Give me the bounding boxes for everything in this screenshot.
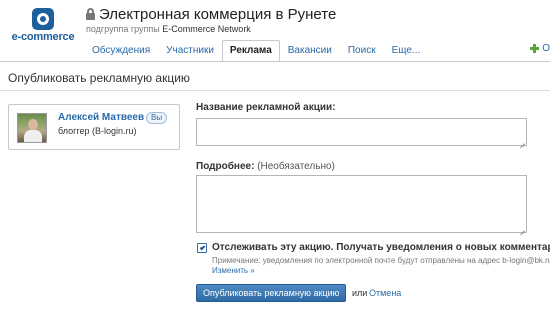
tab-more[interactable]: Еще...: [384, 41, 429, 61]
follow-label[interactable]: Отслеживать эту акцию. Получать уведомле…: [212, 242, 550, 253]
parent-network-link[interactable]: E-Commerce Network: [162, 24, 251, 34]
group-title: Электронная коммерция в Рунете: [86, 6, 336, 23]
resize-grip-icon[interactable]: [519, 225, 525, 231]
details-label: Подробнее: (Необязательно): [196, 161, 335, 172]
avatar[interactable]: [17, 113, 47, 143]
email-note: Примечание: уведомления по электронной п…: [212, 256, 550, 265]
promotion-name-label: Название рекламной акции:: [196, 102, 336, 113]
tab-jobs[interactable]: Вакансии: [280, 41, 340, 61]
checkmark-icon: [199, 244, 205, 250]
tab-discussions[interactable]: Обсуждения: [84, 41, 158, 61]
cancel-link[interactable]: Отмена: [369, 288, 401, 298]
page-title: Опубликовать рекламную акцию: [8, 71, 190, 85]
extra-action-label: O: [542, 43, 550, 54]
resize-grip-icon[interactable]: [519, 138, 525, 144]
user-card: Алексей Матвеев Вы блоггер (B-login.ru): [8, 104, 180, 150]
group-title-text: Электронная коммерция в Рунете: [99, 6, 337, 23]
tab-promotions[interactable]: Реклама: [221, 40, 280, 62]
header-divider: [0, 61, 550, 62]
details-textarea[interactable]: [196, 175, 527, 233]
group-tabs: Обсуждения Участники Реклама Вакансии По…: [84, 39, 429, 62]
subgroup-line: подгруппа группы E-Commerce Network: [86, 24, 251, 34]
subgroup-prefix: подгруппа группы: [86, 24, 160, 34]
user-name-link[interactable]: Алексей Матвеев: [58, 112, 144, 123]
group-header: e-commerce Электронная коммерция в Рунет…: [0, 0, 550, 62]
plus-icon: [530, 44, 540, 53]
e-commerce-logo[interactable]: e-commerce: [6, 8, 78, 43]
you-badge: Вы: [146, 112, 168, 124]
lock-icon: [86, 8, 95, 20]
logo-text: e-commerce: [11, 31, 75, 43]
e-commerce-logo-icon: [32, 8, 54, 30]
details-label-text: Подробнее:: [196, 161, 255, 172]
title-divider: [0, 90, 550, 91]
extra-action-link[interactable]: O: [530, 43, 550, 54]
publish-button[interactable]: Опубликовать рекламную акцию: [196, 284, 347, 302]
details-optional-text: (Необязательно): [257, 161, 335, 172]
change-email-link[interactable]: Изменить »: [212, 266, 255, 275]
or-text: или: [352, 288, 368, 298]
tab-search[interactable]: Поиск: [340, 41, 384, 61]
follow-checkbox[interactable]: [197, 243, 207, 253]
tab-members[interactable]: Участники: [158, 41, 222, 61]
user-headline: блоггер (B-login.ru): [58, 126, 137, 136]
promotion-name-input[interactable]: [196, 118, 527, 146]
